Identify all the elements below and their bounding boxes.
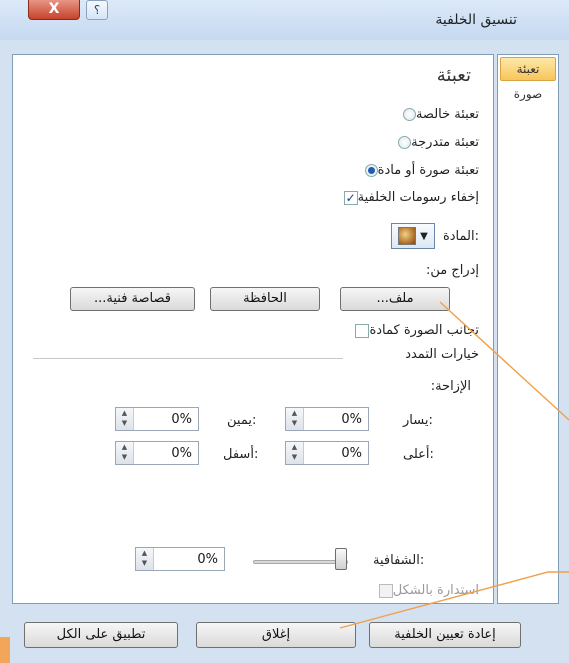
- transparency-slider-track[interactable]: [253, 560, 348, 564]
- spinner-arrows-icon[interactable]: ▲ ▼: [116, 442, 134, 464]
- offset-right-label: يمين:: [227, 413, 257, 428]
- solid-fill-label: تعبئة خالصة: [415, 107, 479, 122]
- section-divider: [33, 358, 343, 359]
- spinner-arrows-icon[interactable]: ▲ ▼: [116, 408, 134, 430]
- gradient-fill-label: تعبئة متدرجة: [411, 135, 479, 150]
- offset-top-label: أعلى:: [403, 447, 434, 462]
- rotate-with-shape-checkbox: [378, 583, 393, 598]
- close-button[interactable]: X: [28, 0, 80, 20]
- tile-picture-label: تجانب الصورة كمادة: [369, 323, 479, 338]
- material-row: المادة: ▼: [390, 223, 479, 249]
- apply-to-all-button[interactable]: تطبيق على الكل: [24, 622, 178, 648]
- help-button[interactable]: ؟: [86, 0, 108, 20]
- nav-item-fill[interactable]: تعبئة: [500, 57, 556, 81]
- section-heading: تعبئة: [436, 65, 471, 86]
- offset-bottom-label: أسفل:: [223, 447, 259, 462]
- texture-swatch: [398, 227, 417, 245]
- close-dialog-button[interactable]: إغلاق: [196, 622, 356, 648]
- hide-background-checkbox[interactable]: ✓: [343, 190, 358, 205]
- offset-left-value[interactable]: 0%: [304, 412, 368, 427]
- corner-marker: [0, 637, 10, 663]
- solid-fill-radio[interactable]: [402, 108, 416, 121]
- transparency-value[interactable]: 0%: [154, 552, 224, 567]
- transparency-slider-handle[interactable]: [335, 548, 347, 570]
- material-label: المادة:: [442, 228, 479, 244]
- gradient-fill-radio[interactable]: [398, 136, 412, 149]
- picture-fill-label: تعبئة صورة أو مادة: [377, 163, 479, 178]
- spinner-arrows-icon[interactable]: ▲ ▼: [136, 548, 154, 570]
- offset-top-spinner[interactable]: ▲ ▼ 0%: [285, 441, 369, 465]
- picture-fill-radio[interactable]: [364, 164, 378, 177]
- dialog-title: تنسيق الخلفية: [435, 12, 517, 28]
- option-rotate-with-shape: استدارة بالشكل: [373, 583, 479, 598]
- offset-right-spinner[interactable]: ▲ ▼ 0%: [115, 407, 199, 431]
- file-button[interactable]: ملف...: [340, 287, 450, 311]
- offset-bottom-value[interactable]: 0%: [134, 446, 198, 461]
- offset-left-spinner[interactable]: ▲ ▼ 0%: [285, 407, 369, 431]
- offset-bottom-spinner[interactable]: ▲ ▼ 0%: [115, 441, 199, 465]
- spinner-arrows-icon[interactable]: ▲ ▼: [286, 408, 304, 430]
- offset-left-label: يسار:: [403, 413, 433, 428]
- spinner-arrows-icon[interactable]: ▲ ▼: [286, 442, 304, 464]
- offset-top-value[interactable]: 0%: [304, 446, 368, 461]
- chevron-down-icon: ▼: [420, 230, 428, 242]
- stretch-options-label: خيارات التمدد: [405, 347, 479, 362]
- category-nav: تعبئة صورة: [497, 54, 559, 604]
- option-hide-background[interactable]: ✓ إخفاء رسومات الخلفية: [338, 190, 479, 205]
- option-gradient-fill[interactable]: تعبئة متدرجة: [392, 135, 479, 150]
- hide-background-label: إخفاء رسومات الخلفية: [357, 190, 479, 205]
- transparency-spinner[interactable]: ▲ ▼ 0%: [135, 547, 225, 571]
- clipart-button[interactable]: قصاصة فنية...: [70, 287, 195, 311]
- title-bar: X ؟ تنسيق الخلفية: [0, 0, 569, 40]
- insert-from-label: إدراج من:: [425, 263, 479, 278]
- offsets-label: الإزاحة:: [430, 379, 471, 394]
- offset-right-value[interactable]: 0%: [134, 412, 198, 427]
- tile-picture-checkbox[interactable]: [355, 323, 370, 338]
- nav-item-picture[interactable]: صورة: [500, 83, 556, 107]
- option-picture-fill[interactable]: تعبئة صورة أو مادة: [359, 163, 479, 178]
- texture-picker[interactable]: ▼: [390, 223, 435, 249]
- option-solid-fill[interactable]: تعبئة خالصة: [397, 107, 479, 122]
- option-tile-picture[interactable]: تجانب الصورة كمادة: [349, 323, 479, 338]
- transparency-label: الشفافية:: [373, 553, 425, 568]
- rotate-with-shape-label: استدارة بالشكل: [392, 583, 479, 598]
- reset-background-button[interactable]: إعادة تعيين الخلفية: [369, 622, 521, 648]
- clipboard-button[interactable]: الحافظة: [210, 287, 320, 311]
- fill-options-panel: تعبئة تعبئة خالصة تعبئة متدرجة تعبئة صور…: [12, 54, 494, 604]
